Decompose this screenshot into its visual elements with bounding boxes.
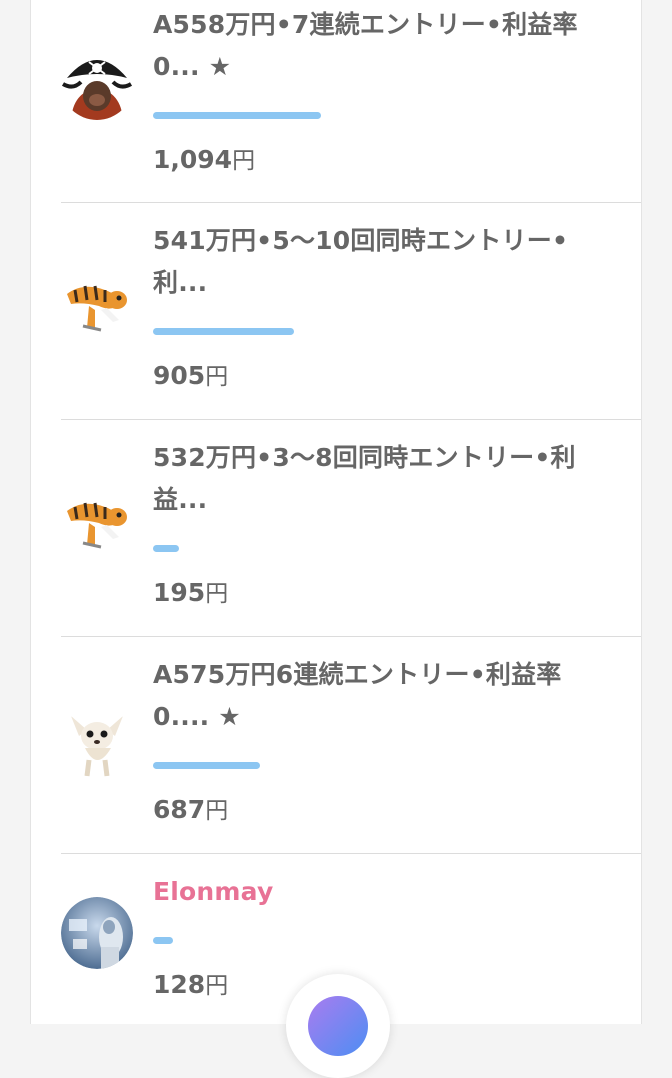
item-amount: 195円: [153, 577, 228, 610]
list-item[interactable]: 532万円•3〜8回同時エントリー•利益... 195円: [61, 419, 641, 637]
amount-value: 195: [153, 578, 206, 607]
amount-value: 905: [153, 361, 206, 390]
item-title[interactable]: A558万円•7連続エントリー•利益率0... ★: [153, 4, 613, 88]
currency-label: 円: [205, 798, 229, 824]
amount-value: 687: [153, 795, 206, 824]
item-amount: 1,094円: [153, 144, 255, 177]
currency-label: 円: [205, 581, 229, 607]
item-amount: 128円: [153, 969, 228, 1002]
currency-label: 円: [232, 148, 256, 174]
amount-value: 128: [153, 970, 206, 999]
item-amount: 687円: [153, 794, 228, 827]
progress-bar: [153, 328, 294, 335]
avatar: [61, 706, 133, 778]
app-logo-icon: [308, 996, 368, 1056]
floating-action-button[interactable]: [286, 974, 390, 1078]
chihuahua-icon: [61, 706, 133, 778]
currency-label: 円: [205, 973, 229, 999]
robot-icon: [61, 897, 133, 969]
amount-value: 1,094: [153, 145, 233, 174]
list-item[interactable]: A575万円6連続エントリー•利益率0.... ★ 687円: [61, 636, 641, 854]
list-panel: A558万円•7連続エントリー•利益率0... ★ 1,094円 541万円•5…: [30, 0, 642, 1024]
avatar: [61, 48, 133, 120]
item-title[interactable]: 532万円•3〜8回同時エントリー•利益...: [153, 437, 613, 521]
tiger-icon: [61, 487, 133, 559]
progress-bar: [153, 112, 321, 119]
list-item[interactable]: 541万円•5〜10回同時エントリー•利... 905円: [61, 202, 641, 420]
item-title[interactable]: A575万円6連続エントリー•利益率0.... ★: [153, 654, 613, 738]
item-amount: 905円: [153, 360, 228, 393]
progress-bar: [153, 937, 173, 944]
progress-bar: [153, 762, 260, 769]
avatar: [61, 270, 133, 342]
item-title[interactable]: 541万円•5〜10回同時エントリー•利...: [153, 220, 613, 304]
currency-label: 円: [205, 364, 229, 390]
user-name[interactable]: Elonmay: [153, 871, 613, 913]
progress-bar: [153, 545, 179, 552]
list-item[interactable]: A558万円•7連続エントリー•利益率0... ★ 1,094円: [61, 0, 641, 203]
tiger-icon: [61, 270, 133, 342]
avatar: [61, 897, 133, 969]
pirate-icon: [61, 48, 133, 120]
avatar: [61, 487, 133, 559]
